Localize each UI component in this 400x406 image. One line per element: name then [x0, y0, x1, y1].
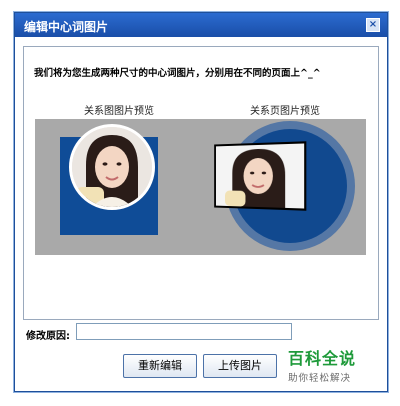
watermark: 百科全说 助你轻松解决 — [288, 345, 388, 384]
dialog-description: 我们将为您生成两种尺寸的中心词图片，分别用在不同的页面上^_^ — [34, 68, 321, 79]
reedit-button[interactable]: 重新编辑 — [123, 354, 197, 378]
relation-page-preview-label: 关系页图片预览 — [250, 106, 320, 117]
relation-graph-photo — [69, 124, 155, 210]
preview-area — [35, 119, 366, 255]
close-icon[interactable]: × — [366, 18, 380, 32]
watermark-title: 百科全说 — [288, 349, 357, 368]
dialog-title: 编辑中心词图片 — [24, 20, 109, 34]
watermark-subtitle: 助你轻松解决 — [288, 373, 352, 384]
relation-page-photo — [214, 141, 307, 211]
upload-image-button[interactable]: 上传图片 — [203, 354, 277, 378]
reason-label: 修改原因: — [26, 331, 70, 342]
reason-input[interactable] — [76, 323, 292, 340]
relation-graph-preview-label: 关系图图片预览 — [84, 106, 154, 117]
dialog-titlebar: 编辑中心词图片 × — [15, 13, 387, 37]
dialog-content-panel: 我们将为您生成两种尺寸的中心词图片，分别用在不同的页面上^_^ 关系图图片预览 … — [23, 46, 379, 320]
edit-center-image-dialog: 编辑中心词图片 × 我们将为您生成两种尺寸的中心词图片，分别用在不同的页面上^_… — [14, 12, 388, 392]
